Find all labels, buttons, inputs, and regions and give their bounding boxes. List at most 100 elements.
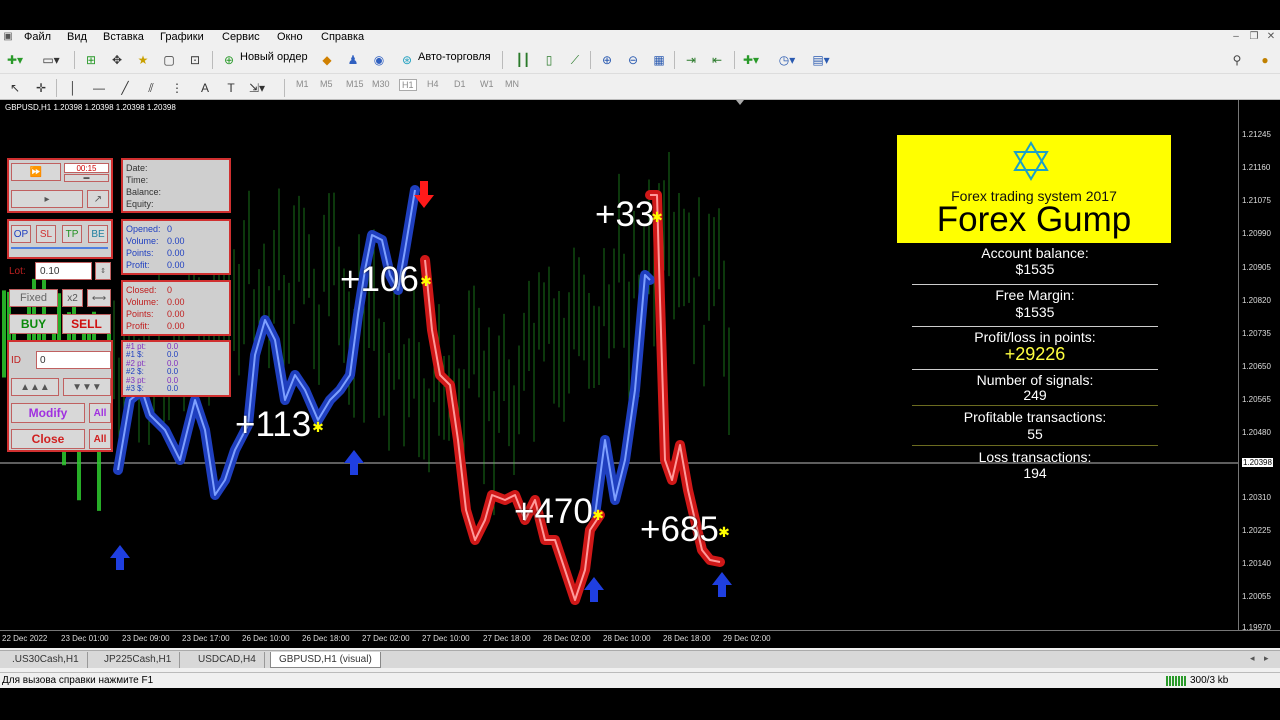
modify-button[interactable]: Modify <box>11 403 85 423</box>
zoom-out-icon[interactable]: ⊖ <box>622 50 644 70</box>
tf-m15[interactable]: M15 <box>346 79 364 89</box>
new-order-button[interactable]: Новый ордер <box>240 51 308 63</box>
crosshair-icon[interactable]: ✛ <box>30 78 52 98</box>
close-button[interactable]: Close <box>11 429 85 449</box>
tab-jp225cash[interactable]: JP225Cash,H1 <box>96 652 181 668</box>
x2-button[interactable]: x2 <box>62 289 83 307</box>
shift-icon[interactable]: ⇤ <box>706 50 728 70</box>
tabs-scroll-right-icon[interactable]: ▸ <box>1264 653 1269 664</box>
tf-h4[interactable]: H4 <box>427 79 439 89</box>
menu-insert[interactable]: Вставка <box>103 31 144 43</box>
tabs-scroll-left-icon[interactable]: ◂ <box>1250 653 1255 664</box>
restore-icon[interactable]: ❐ <box>1248 31 1260 43</box>
tf-d1[interactable]: D1 <box>454 79 466 89</box>
tf-m30[interactable]: M30 <box>372 79 390 89</box>
periods-icon[interactable]: ◷▾ <box>776 50 798 70</box>
chat-icon[interactable]: ● <box>1254 50 1276 70</box>
bar-chart-icon[interactable]: ┃┃ <box>512 50 534 70</box>
new-chart-icon[interactable]: ✚▾ <box>4 50 26 70</box>
fixed-button[interactable]: Fixed <box>9 289 58 307</box>
tf-m5[interactable]: M5 <box>320 79 333 89</box>
closed-volume-value: 0.00 <box>167 297 185 307</box>
candle-chart-icon[interactable]: ▯ <box>538 50 560 70</box>
stat-points-label: Profit/loss in points: <box>974 329 1096 345</box>
favorites-icon[interactable]: ★ <box>132 50 154 70</box>
indicators-icon[interactable]: ✚▾ <box>740 50 762 70</box>
forex-gump-banner: Forex trading system 2017 Forex Gump <box>897 135 1171 243</box>
time-axis: 22 Dec 2022 23 Dec 01:00 23 Dec 09:00 23… <box>0 630 1280 648</box>
lot-input[interactable]: 0.10 <box>35 262 92 280</box>
id-input[interactable]: 0 <box>36 351 111 369</box>
tf-h1[interactable]: H1 <box>399 79 417 91</box>
profit-label: +113 <box>235 405 312 444</box>
terminal-icon[interactable]: ▢ <box>158 50 180 70</box>
op-button[interactable]: OP <box>11 225 31 243</box>
move-up-button[interactable]: ▲▲▲ <box>11 378 59 396</box>
market-watch-icon[interactable]: ⊞ <box>80 50 102 70</box>
market-icon[interactable]: ◉ <box>368 50 390 70</box>
move-down-button[interactable]: ▼▼▼ <box>63 378 111 396</box>
templates-icon[interactable]: ▤▾ <box>810 50 832 70</box>
vertical-line-icon[interactable]: │ <box>62 78 84 98</box>
cursor-icon[interactable]: ↖ <box>4 78 26 98</box>
menu-tools[interactable]: Сервис <box>222 31 260 43</box>
price-tick: 1.20140 <box>1242 559 1271 568</box>
minimize-icon[interactable]: – <box>1230 31 1242 43</box>
stat-loss-value: 194 <box>1023 465 1047 481</box>
menu-window[interactable]: Окно <box>277 31 303 43</box>
price-scale[interactable]: 1.21245 1.21160 1.21075 1.20990 1.20905 … <box>1238 100 1280 632</box>
tester-icon[interactable]: ⊡ <box>184 50 206 70</box>
be-button[interactable]: BE <box>88 225 108 243</box>
tf-w1[interactable]: W1 <box>480 79 494 89</box>
menu-help[interactable]: Справка <box>321 31 364 43</box>
tf-m1[interactable]: M1 <box>296 79 309 89</box>
trend-line-icon[interactable]: ╱ <box>114 78 136 98</box>
modify-all-button[interactable]: All <box>89 403 111 423</box>
close-icon[interactable]: ✕ <box>1265 31 1277 43</box>
play-button[interactable]: ▸ <box>11 190 83 208</box>
channel-icon[interactable]: ⫽ <box>140 78 162 98</box>
menu-view[interactable]: Вид <box>67 31 87 43</box>
line-chart-icon[interactable]: ⟋ <box>564 50 586 70</box>
new-order-icon[interactable]: ⊕ <box>218 50 240 70</box>
closed-volume-label: Volume: <box>126 297 159 307</box>
auto-trading-button[interactable]: Авто-торговля <box>418 51 491 63</box>
menu-file[interactable]: Файл <box>24 31 51 43</box>
reverse-icon[interactable]: ⟷ <box>87 289 111 307</box>
closed-profit-label: Profit: <box>126 321 150 331</box>
tile-icon[interactable]: ▦ <box>648 50 670 70</box>
date-label: Date: <box>126 163 148 173</box>
zoom-in-icon[interactable]: ⊕ <box>596 50 618 70</box>
signals-icon[interactable]: ♟ <box>342 50 364 70</box>
metaeditor-icon[interactable]: ◆ <box>316 50 338 70</box>
trend-toggle-icon[interactable]: ↗ <box>87 190 109 208</box>
profiles-icon[interactable]: ▭▾ <box>40 50 62 70</box>
stat-loss-label: Loss transactions: <box>978 449 1092 465</box>
tf-mn[interactable]: MN <box>505 79 519 89</box>
search-icon[interactable]: ⚲ <box>1226 50 1248 70</box>
buy-button[interactable]: BUY <box>9 314 58 334</box>
speed-slider[interactable]: ▬ <box>64 174 109 182</box>
arrows-tool-icon[interactable]: ⇲▾ <box>246 78 268 98</box>
tab-us30cash[interactable]: .US30Cash,H1 <box>4 652 88 668</box>
fast-forward-button[interactable]: ⏩ <box>11 163 61 181</box>
sl-button[interactable]: SL <box>36 225 56 243</box>
tab-usdcad[interactable]: USDCAD,H4 <box>190 652 265 668</box>
navigator-icon[interactable]: ✥ <box>106 50 128 70</box>
text-tool-icon[interactable]: A <box>194 78 216 98</box>
close-all-button[interactable]: All <box>89 429 111 449</box>
scroll-icon[interactable]: ⇥ <box>680 50 702 70</box>
tp-button[interactable]: TP <box>62 225 82 243</box>
lot-stepper[interactable]: ⇕ <box>95 262 111 280</box>
time-tick: 28 Dec 02:00 <box>543 634 591 643</box>
horizontal-line-icon[interactable]: — <box>88 78 110 98</box>
autotrading-icon[interactable]: ⊛ <box>396 50 418 70</box>
sell-button[interactable]: SELL <box>62 314 111 334</box>
label-tool-icon[interactable]: T <box>220 78 242 98</box>
chart-area[interactable]: GBPUSD,H1 1.20398 1.20398 1.20398 1.2039… <box>0 100 1238 630</box>
connection-bars-icon <box>1166 676 1186 686</box>
buy-arrow-icon <box>584 577 604 602</box>
fibo-icon[interactable]: ⋮ <box>166 78 188 98</box>
menu-charts[interactable]: Графики <box>160 31 204 43</box>
tab-gbpusd-visual[interactable]: GBPUSD,H1 (visual) <box>270 652 381 668</box>
